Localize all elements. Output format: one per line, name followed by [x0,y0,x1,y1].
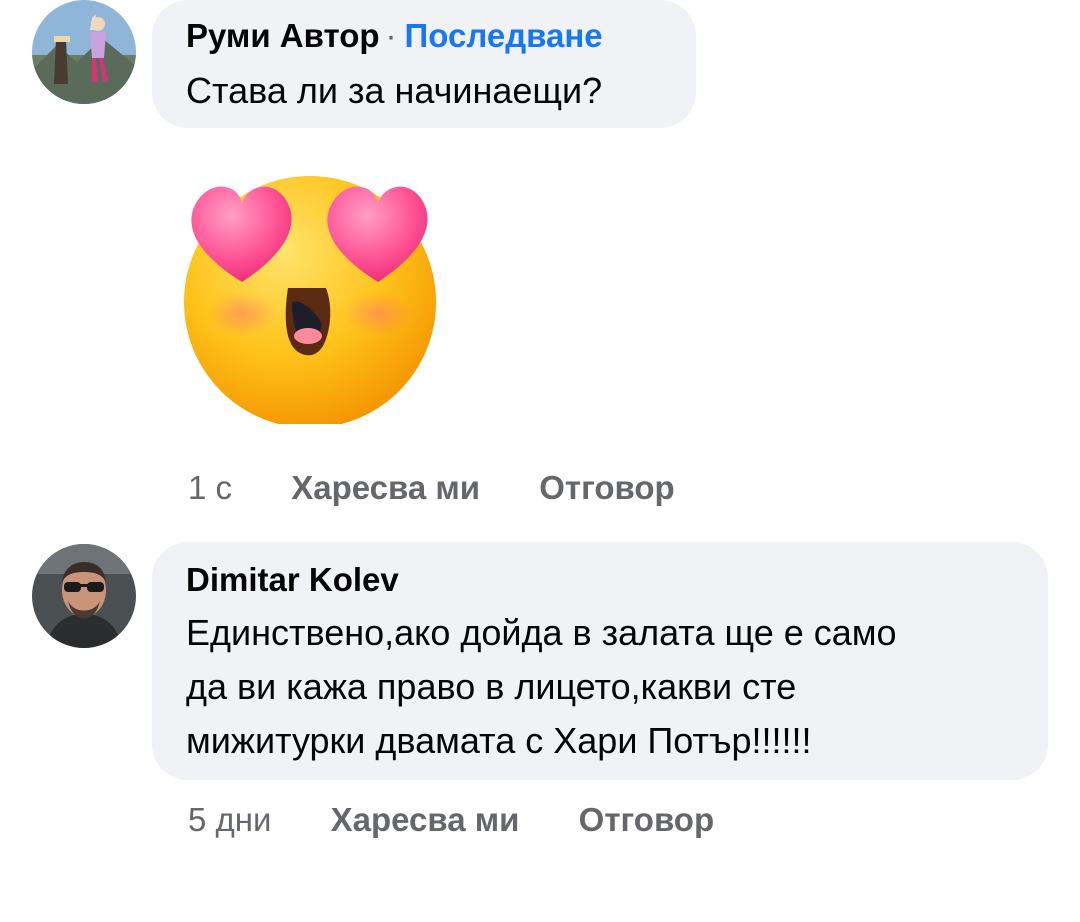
comment-text: Става ли за начинаещи? [186,70,603,111]
comment-header: Руми Автор · Последване [186,16,603,56]
like-button[interactable]: Харесва ми [291,469,480,506]
avatar[interactable] [32,0,136,104]
author-name[interactable]: Dimitar Kolev [186,561,399,598]
follow-link[interactable]: Последване [405,17,603,54]
comment-text-line: да ви кажа право в лицето,какви сте [186,666,797,707]
timestamp[interactable]: 1 с [188,469,232,506]
comment-text-line: мижитурки двамата с Хари Потър!!!!!! [186,720,812,761]
comment-actions: 1 с Харесва ми Отговор [188,468,675,508]
comment-text-line: Единствено,ако дойда в залата ще е само [186,612,897,653]
separator-dot: · [385,17,397,54]
comment-header: Dimitar Kolev [186,560,399,600]
comment-text: Единствено,ако дойда в залата ще е само … [186,606,1036,768]
avatar-photo-icon [32,544,136,648]
timestamp[interactable]: 5 дни [188,801,271,838]
reply-button[interactable]: Отговор [579,801,714,838]
comment-actions: 5 дни Харесва ми Отговор [188,800,714,840]
avatar-photo-icon [32,0,136,104]
reply-button[interactable]: Отговор [539,469,674,506]
comment-bubble[interactable]: Руми Автор · Последване Става ли за начина… [152,0,696,128]
author-name[interactable]: Руми Автор [186,17,380,54]
like-button[interactable]: Харесва ми [331,801,520,838]
avatar[interactable] [32,544,136,648]
heart-eyes-emoji-icon [180,164,440,429]
comment-bubble[interactable]: Dimitar Kolev Единствено,ако дойда в зал… [152,542,1048,780]
